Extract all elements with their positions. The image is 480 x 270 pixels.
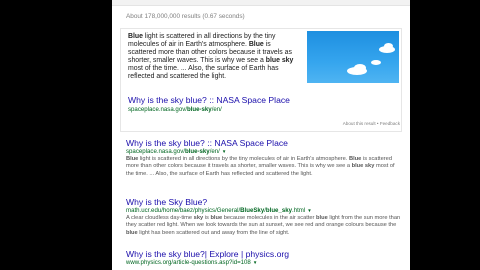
search-results-page: About 178,000,000 results (0.67 seconds)…	[112, 0, 410, 270]
cloud-shape	[354, 64, 366, 72]
sky-image[interactable]	[307, 31, 399, 83]
caret-down-icon[interactable]: ▼	[222, 149, 226, 154]
result-snippet: A clear cloudless day-time sky is blue b…	[126, 215, 401, 236]
search-result: Why is the sky blue? :: NASA Space Place…	[126, 138, 402, 178]
featured-snippet-text: Blue light is scattered in all direction…	[128, 33, 294, 81]
result-title-link[interactable]: Why is the Sky Blue?	[126, 197, 402, 207]
featured-snippet-title-link[interactable]: Why is the sky blue? :: NASA Space Place	[128, 95, 290, 105]
header-strip	[112, 0, 410, 6]
caret-down-icon[interactable]: ▼	[253, 260, 257, 265]
featured-snippet-url: spaceplace.nasa.gov/blue-sky/en/	[128, 106, 222, 113]
search-result: Why is the sky blue?| Explore | physics.…	[126, 249, 402, 267]
result-url: www.physics.org/article-questions.asp?id…	[126, 259, 402, 267]
caret-down-icon[interactable]: ▼	[307, 208, 311, 213]
result-title-link[interactable]: Why is the sky blue?| Explore | physics.…	[126, 249, 402, 259]
result-url: spaceplace.nasa.gov/blue-sky/en/▼	[126, 148, 402, 156]
result-url-text: spaceplace.nasa.gov/blue-sky/en/	[126, 148, 220, 155]
search-result: Why is the Sky Blue? math.ucr.edu/home/b…	[126, 197, 402, 237]
cloud-shape	[371, 60, 381, 65]
result-url: math.ucr.edu/home/baez/physics/General/B…	[126, 207, 402, 215]
about-result-feedback[interactable]: About this result • Feedback	[343, 121, 400, 126]
cloud-shape	[384, 43, 393, 49]
letterbox-right	[410, 0, 480, 270]
video-frame: About 178,000,000 results (0.67 seconds)…	[0, 0, 480, 270]
result-url-text: math.ucr.edu/home/baez/physics/General/B…	[126, 207, 306, 214]
result-url-text: www.physics.org/article-questions.asp?id…	[126, 259, 251, 266]
result-snippet: Blue light is scattered in all direction…	[126, 156, 395, 177]
result-stats: About 178,000,000 results (0.67 seconds)	[126, 13, 245, 20]
result-title-link[interactable]: Why is the sky blue? :: NASA Space Place	[126, 138, 402, 148]
letterbox-left	[0, 0, 112, 270]
featured-snippet: Blue light is scattered in all direction…	[120, 28, 402, 132]
